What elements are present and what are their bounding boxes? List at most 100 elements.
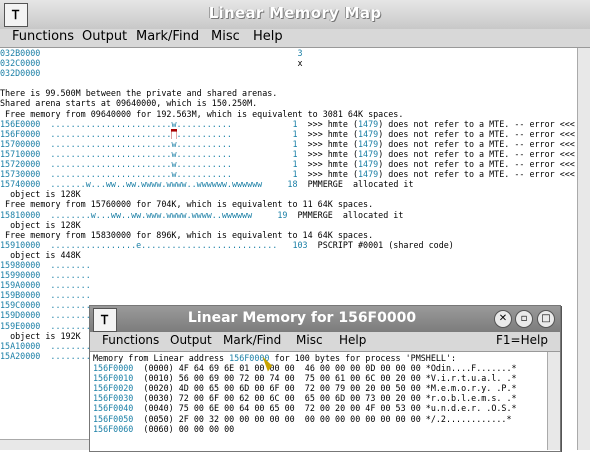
line-segment: 1479: [358, 128, 379, 139]
line-segment: ........: [40, 280, 91, 291]
memory-line: Free memory from 15830000 for 896K, whic…: [0, 230, 578, 240]
address-text[interactable]: 156E0000: [0, 119, 40, 129]
sub-menu-mark-find[interactable]: Mark/Find: [223, 333, 281, 351]
line-segment: >>> hmte (: [297, 118, 359, 129]
menu-bar: Functions Output Mark/Find Misc Help: [0, 29, 590, 48]
hex-line: 156F0030 (0030) 72 00 6F 00 62 00 6C 00 …: [93, 393, 543, 403]
vertical-scrollbar[interactable]: [577, 48, 590, 450]
menu-misc[interactable]: Misc: [211, 29, 240, 47]
f1-help-label[interactable]: F1=Help: [496, 333, 548, 351]
address-text[interactable]: 15710000: [0, 149, 40, 159]
line-segment: ) does not refer to a MTE. -- error <<<: [378, 128, 575, 139]
address-text[interactable]: 15990000: [0, 270, 40, 280]
memory-line: There is 99.500M between the private and…: [0, 88, 578, 98]
menu-output[interactable]: Output: [82, 29, 127, 47]
line-segment: ) does not refer to a MTE. -- error <<<: [378, 138, 575, 149]
address-text[interactable]: 159D0000: [0, 310, 40, 320]
line-segment: Memory from Linear address: [93, 353, 230, 363]
memory-line: 15730000 ........................w......…: [0, 169, 578, 179]
address-text[interactable]: 15810000: [0, 210, 40, 220]
minimize-icon[interactable]: ▫: [515, 310, 533, 328]
memory-line: object is 448K: [0, 250, 578, 260]
line-segment: ........: [40, 350, 91, 361]
memory-line: 032C0000 x: [0, 58, 578, 68]
address-text[interactable]: 156F0040: [93, 403, 133, 413]
memory-line: 032D0000: [0, 68, 578, 78]
sub-vertical-scrollbar[interactable]: [547, 352, 560, 450]
address-text[interactable]: 156F0020: [93, 383, 133, 393]
memory-line: 15700000 ........................w......…: [0, 139, 578, 149]
hex-line: 156F0050 (0050) 2F 00 32 00 00 00 00 00 …: [93, 414, 543, 424]
address-text[interactable]: 15730000: [0, 169, 40, 179]
address-text[interactable]: 15740000: [0, 179, 40, 189]
title-bar[interactable]: Ꭲ Linear Memory Map: [0, 0, 590, 30]
line-segment: (0050) 2F 00 32 00 00 00 00 00 00 00 00 …: [133, 413, 512, 424]
memory-line: Shared arena starts at 09640000, which i…: [0, 98, 578, 108]
line-segment: for 100 bytes for process 'PMSHELL':: [269, 353, 457, 363]
line-segment: ........: [40, 320, 91, 331]
hex-dump-text[interactable]: Memory from Linear address 156F0000 for …: [93, 353, 543, 449]
sub-menu-help[interactable]: Help: [339, 333, 366, 351]
horizontal-scrollbar[interactable]: [0, 439, 90, 450]
address-text[interactable]: 159C0000: [0, 300, 40, 310]
line-segment: Free memory from 15830000 for 896K, whic…: [0, 229, 374, 240]
line-segment: 103: [292, 239, 308, 250]
menu-mark-find[interactable]: Mark/Find: [136, 29, 199, 47]
line-segment: Free memory from 15760000 for 704K, whic…: [0, 199, 374, 210]
address-text[interactable]: 032D0000: [0, 68, 40, 78]
hex-line: 156F0020 (0020) 4D 00 65 00 6D 00 6F 00 …: [93, 383, 543, 393]
line-segment: ........................w...........: [40, 159, 293, 170]
memory-line: 15990000 ........: [0, 270, 578, 280]
address-text[interactable]: 15720000: [0, 159, 40, 169]
address-text[interactable]: 156F0060: [93, 424, 133, 434]
sub-menu-output[interactable]: Output: [170, 333, 212, 351]
address-text[interactable]: 159A0000: [0, 280, 40, 290]
line-segment: (0000) 4F 64 69 6E 01 00 00 00 46 00 00 …: [133, 363, 517, 374]
memory-line: 15740000 .......w...ww..ww.wwww.wwww..ww…: [0, 179, 578, 189]
line-segment: (0030) 72 00 6F 00 62 00 6C 00 65 00 6D …: [133, 393, 517, 404]
sub-window-title: Linear Memory for 156F0000: [187, 310, 417, 326]
address-text[interactable]: 159E0000: [0, 321, 40, 331]
memory-line: 159B0000 ........: [0, 290, 578, 300]
address-text[interactable]: 15910000: [0, 240, 40, 250]
line-segment: (0010) 56 00 69 00 72 00 74 00 75 00 61 …: [133, 373, 517, 384]
address-text[interactable]: 032B0000: [0, 48, 40, 58]
address-text[interactable]: 15A10000: [0, 341, 40, 351]
hex-line: 156F0010 (0010) 56 00 69 00 72 00 74 00 …: [93, 373, 543, 383]
sub-menu-bar: Functions Output Mark/Find Misc Help F1=…: [90, 332, 560, 352]
line-segment: ........................w...........: [40, 138, 293, 149]
address-text[interactable]: 032C0000: [0, 58, 40, 68]
line-segment: (0060) 00 00 00 00: [133, 423, 235, 434]
menu-help[interactable]: Help: [253, 29, 283, 47]
address-text[interactable]: 156F0050: [93, 414, 133, 424]
maximize-icon[interactable]: □: [537, 310, 555, 328]
line-segment: ........................w...........: [40, 148, 293, 159]
address-text[interactable]: 156F0000: [93, 363, 133, 373]
memory-line: 15980000 ........: [0, 260, 578, 270]
address-text[interactable]: 156F0010: [93, 373, 133, 383]
line-segment: object is 128K: [0, 219, 81, 230]
line-segment: ........................: [40, 128, 172, 139]
line-segment: ........: [40, 270, 91, 281]
line-segment: 3: [40, 48, 303, 58]
address-text[interactable]: 15A20000: [0, 351, 40, 361]
system-menu-icon[interactable]: Ꭲ: [93, 308, 117, 332]
memory-line: 15710000 ........................w......…: [0, 149, 578, 159]
window-title: Linear Memory Map: [208, 4, 382, 22]
address-text[interactable]: 156F0000: [0, 129, 40, 139]
close-icon[interactable]: ✕: [494, 310, 512, 328]
sub-menu-misc[interactable]: Misc: [296, 333, 323, 351]
sub-title-bar[interactable]: Ꭲ Linear Memory for 156F0000 ✕ ▫ □: [90, 306, 560, 332]
memory-line: 156E0000 ........................w......…: [0, 119, 578, 129]
address-text[interactable]: 159B0000: [0, 290, 40, 300]
memory-line: Free memory from 15760000 for 704K, whic…: [0, 199, 578, 209]
address-text[interactable]: 156F0030: [93, 393, 133, 403]
sub-menu-functions[interactable]: Functions: [102, 333, 159, 351]
line-segment: ........: [40, 290, 91, 301]
address-text[interactable]: 15980000: [0, 260, 40, 270]
menu-functions[interactable]: Functions: [12, 29, 74, 47]
line-segment: 19: [277, 209, 288, 220]
memory-line: object is 128K: [0, 189, 578, 199]
address-text[interactable]: 15700000: [0, 139, 40, 149]
memory-line: 15810000 ........w...ww..ww.www.wwww.www…: [0, 210, 578, 220]
